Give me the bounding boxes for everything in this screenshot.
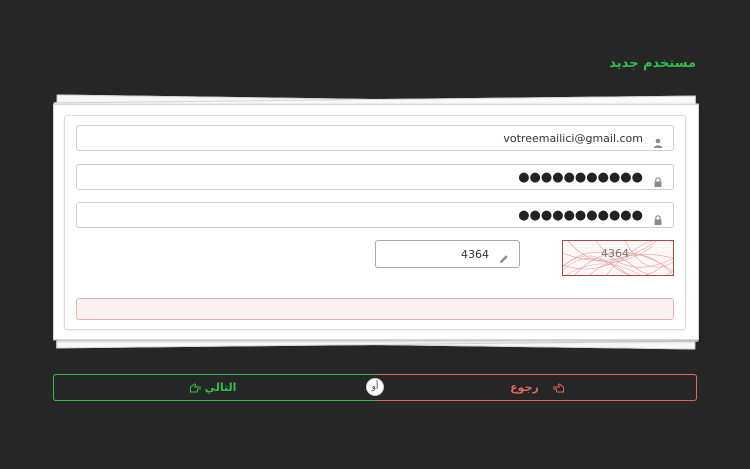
confirm-password-field[interactable]: ●●●●●●●●●●● xyxy=(76,202,674,228)
back-button[interactable]: رجوع xyxy=(375,374,697,401)
hand-point-right-icon xyxy=(189,383,202,393)
lock-icon xyxy=(653,172,663,187)
next-button-label: التالي xyxy=(204,381,237,394)
captcha-text: 4364 xyxy=(601,247,629,260)
captcha-image: 4364 xyxy=(562,240,674,276)
or-divider-badge: أو xyxy=(366,378,384,396)
email-field[interactable]: votreemailici@gmail.com xyxy=(76,125,674,151)
error-message-box xyxy=(76,298,674,320)
password-field[interactable]: ●●●●●●●●●●● xyxy=(76,164,674,190)
next-button[interactable]: التالي xyxy=(53,374,375,401)
user-icon xyxy=(653,133,663,148)
captcha-input[interactable]: 4364 xyxy=(375,240,520,268)
captcha-input-value: 4364 xyxy=(461,247,489,261)
back-button-label: رجوع xyxy=(510,381,539,394)
pencil-icon xyxy=(499,249,509,263)
confirm-password-value: ●●●●●●●●●●● xyxy=(518,207,643,223)
page: مستخدم جديد votreemailici@gmail.com ●●●●… xyxy=(0,0,750,469)
email-value: votreemailici@gmail.com xyxy=(503,131,643,145)
hand-point-left-icon xyxy=(551,383,565,393)
password-value: ●●●●●●●●●●● xyxy=(518,169,643,185)
lock-icon xyxy=(653,210,663,225)
page-title: مستخدم جديد xyxy=(609,56,696,71)
